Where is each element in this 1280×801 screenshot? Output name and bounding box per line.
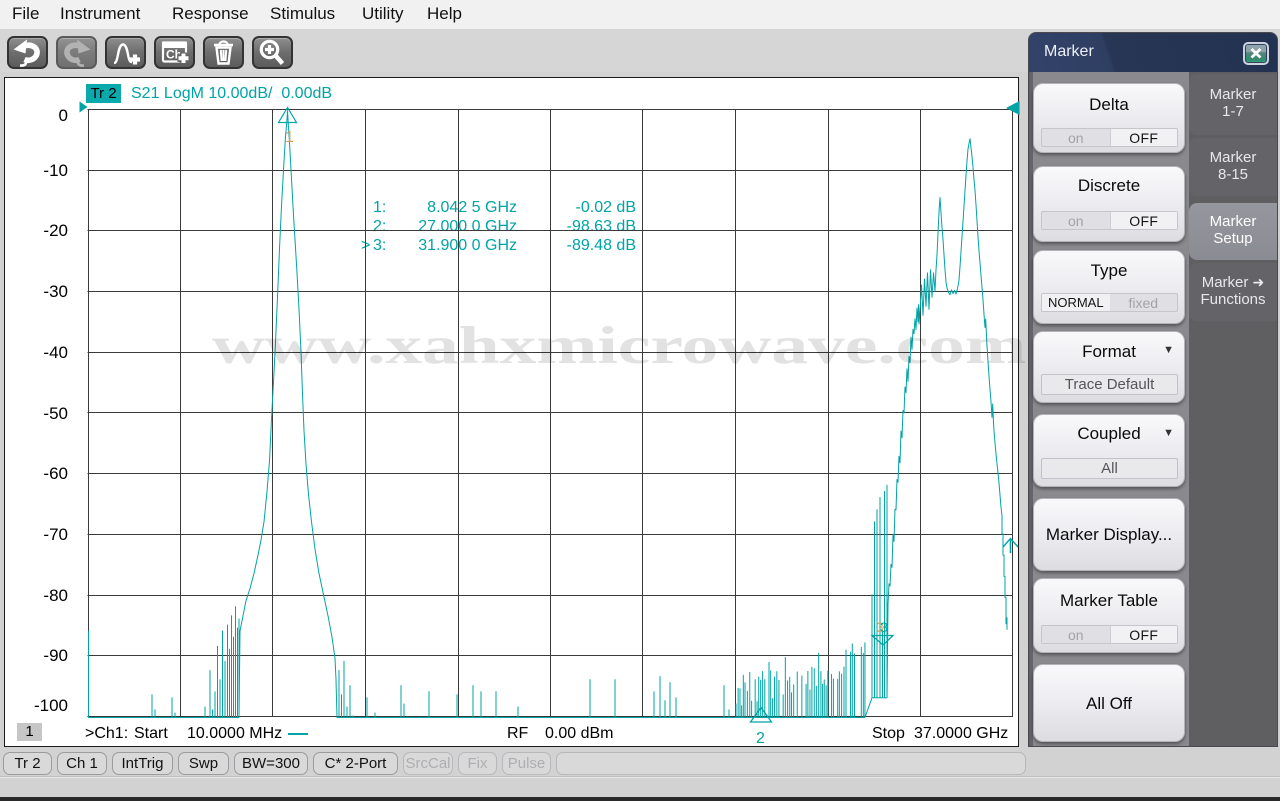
svg-text:1: 1 [285, 129, 294, 146]
svg-text:3: 3 [880, 619, 888, 635]
